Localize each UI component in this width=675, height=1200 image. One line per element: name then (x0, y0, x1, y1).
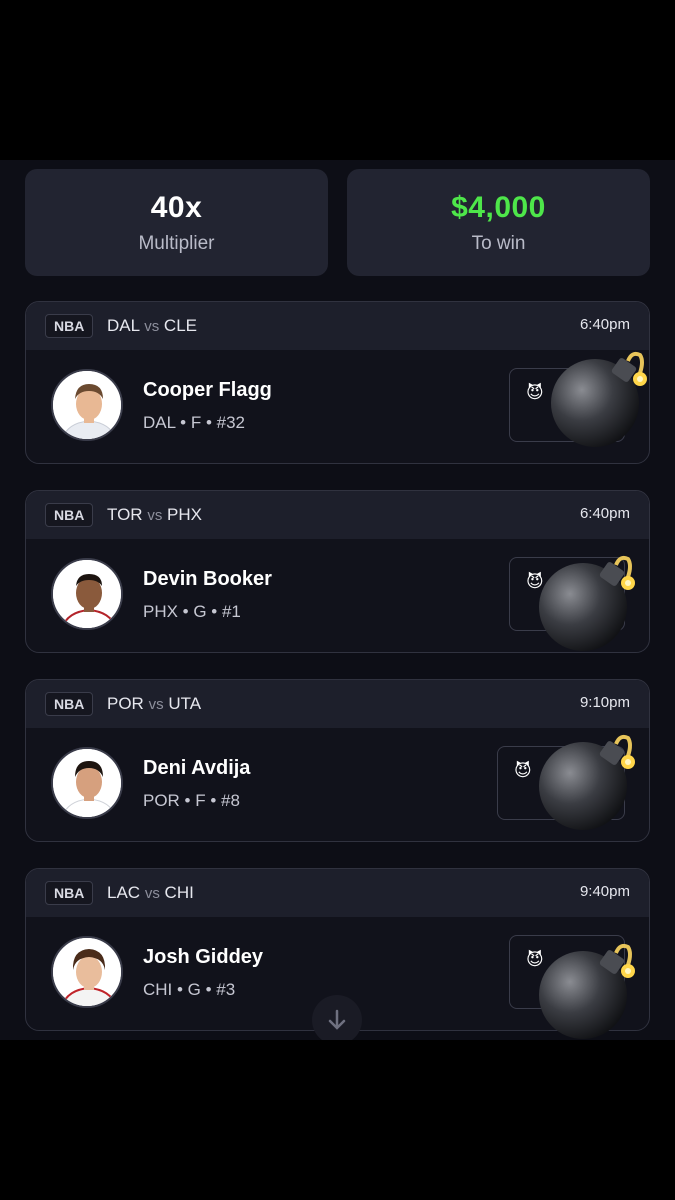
game-time: 6:40pm (579, 316, 630, 333)
player-name: Josh Giddey (143, 946, 264, 968)
league-badge: NBA (45, 881, 94, 905)
card-header: NBA TOR vs PHX 6:40pm (26, 491, 649, 539)
card-header: NBA DAL vs CLE 6:40pm (26, 302, 649, 350)
player-info: PHX • G • #1 (143, 602, 241, 621)
league-badge: NBA (45, 314, 94, 338)
bomb-icon (539, 943, 635, 1039)
player-name: Devin Booker (143, 568, 272, 590)
league-badge: NBA (45, 503, 94, 527)
card-header: NBA POR vs UTA 9:10pm (26, 680, 649, 728)
matchup: LAC vs CHI (107, 883, 194, 902)
league-badge: NBA (45, 692, 94, 716)
bomb-icon (551, 351, 647, 447)
player-name: Deni Avdija (143, 757, 251, 779)
bomb-icon (539, 555, 635, 651)
player-info: POR • F • #8 (143, 791, 240, 810)
matchup: TOR vs PHX (107, 505, 203, 524)
multiplier-label: Multiplier (138, 233, 215, 254)
devil-icon: 😈 (514, 761, 532, 780)
game-time: 9:40pm (579, 883, 630, 900)
bomb-icon (539, 734, 635, 830)
player-avatar (51, 936, 123, 1008)
player-avatar (51, 747, 123, 819)
player-name: Cooper Flagg (143, 379, 272, 401)
player-info: CHI • G • #3 (143, 980, 236, 999)
arrow-down-icon (328, 1009, 346, 1030)
to-win-value: $4,000 (451, 191, 546, 224)
player-avatar (51, 369, 123, 441)
multiplier-panel: 40x Multiplier (25, 169, 328, 276)
to-win-label: To win (471, 233, 526, 254)
multiplier-value: 40x (150, 191, 203, 224)
game-time: 6:40pm (579, 505, 630, 522)
matchup: DAL vs CLE (107, 316, 197, 335)
devil-icon: 😈 (526, 383, 544, 402)
scroll-down-button[interactable] (312, 995, 362, 1040)
card-header: NBA LAC vs CHI 9:40pm (26, 869, 649, 917)
player-avatar (51, 558, 123, 630)
game-time: 9:10pm (579, 694, 630, 711)
to-win-panel: $4,000 To win (347, 169, 650, 276)
player-info: DAL • F • #32 (143, 413, 245, 432)
matchup: POR vs UTA (107, 694, 202, 713)
app-screen: 40x Multiplier $4,000 To win NBA DAL vs … (0, 160, 675, 1040)
